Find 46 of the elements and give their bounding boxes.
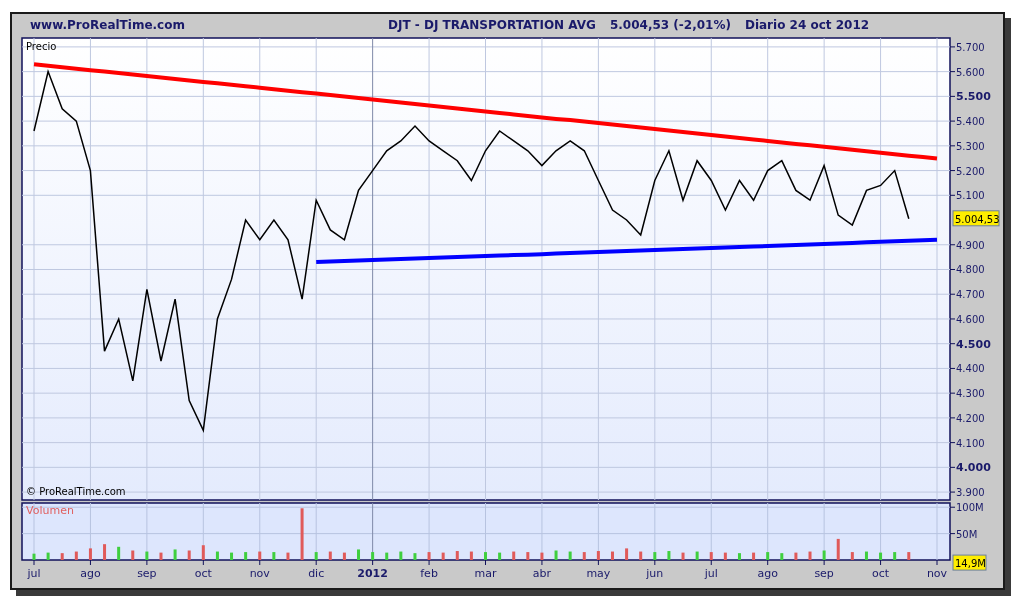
axis-label: 4.800 <box>956 264 985 276</box>
axis-label: jul <box>704 567 718 580</box>
copyright-text: © ProRealTime.com <box>26 486 126 497</box>
axis-label: feb <box>420 567 438 580</box>
axis-label: oct <box>872 567 890 580</box>
axis-label: 4.300 <box>956 388 985 400</box>
axis-label: 4.200 <box>956 412 985 424</box>
axis-label: 5.400 <box>956 116 985 128</box>
axis-label: 5.600 <box>956 66 985 78</box>
axis-label: dic <box>308 567 325 580</box>
axis-label: ago <box>80 567 101 580</box>
axis-label: 4.100 <box>956 437 985 449</box>
axis-label: 4.700 <box>956 289 985 301</box>
panel-label: Volumen <box>26 504 74 517</box>
axis-label: 100M <box>956 502 984 514</box>
axis-label: 5.100 <box>956 190 985 202</box>
axis-label: 2012 <box>357 567 388 580</box>
axis-label: 4.500 <box>956 337 991 351</box>
site-name: www.ProRealTime.com <box>29 18 186 32</box>
axis-label: 3.900 <box>956 487 985 499</box>
axis-label: 5.200 <box>956 165 985 177</box>
axis-label: mar <box>474 567 497 580</box>
axis-label: nov <box>249 567 270 580</box>
axis-label: sep <box>137 567 157 580</box>
chart-title: 5.004,53 (-2,01%) <box>609 18 731 32</box>
axis-label: sep <box>814 567 834 580</box>
axis-label: 50M <box>956 528 978 540</box>
axis-label: may <box>586 567 611 580</box>
axis-label: 5.300 <box>956 140 985 152</box>
volume-tag: 14,9M <box>952 554 987 571</box>
price-tag: 5.004,53 <box>952 210 1000 227</box>
axis-label: 5.500 <box>956 90 991 104</box>
axis-label: 4.600 <box>956 313 985 325</box>
axis-label: nov <box>926 567 948 580</box>
chart-title: DJT - DJ TRANSPORTATION AVG <box>388 18 596 32</box>
axis-label: 5.700 <box>956 41 985 53</box>
axis-label: jul <box>27 567 41 580</box>
axis-label: abr <box>532 567 552 580</box>
axis-label: ago <box>757 567 778 580</box>
chart-title: Diario 24 oct 2012 <box>744 18 870 32</box>
axis-label: jun <box>646 567 664 580</box>
axis-label: 4.000 <box>956 461 991 475</box>
axis-label: 4.900 <box>956 239 985 251</box>
panel-label: Precio <box>26 41 57 52</box>
axis-label: 4.400 <box>956 363 985 375</box>
axis-label: oct <box>194 567 212 580</box>
